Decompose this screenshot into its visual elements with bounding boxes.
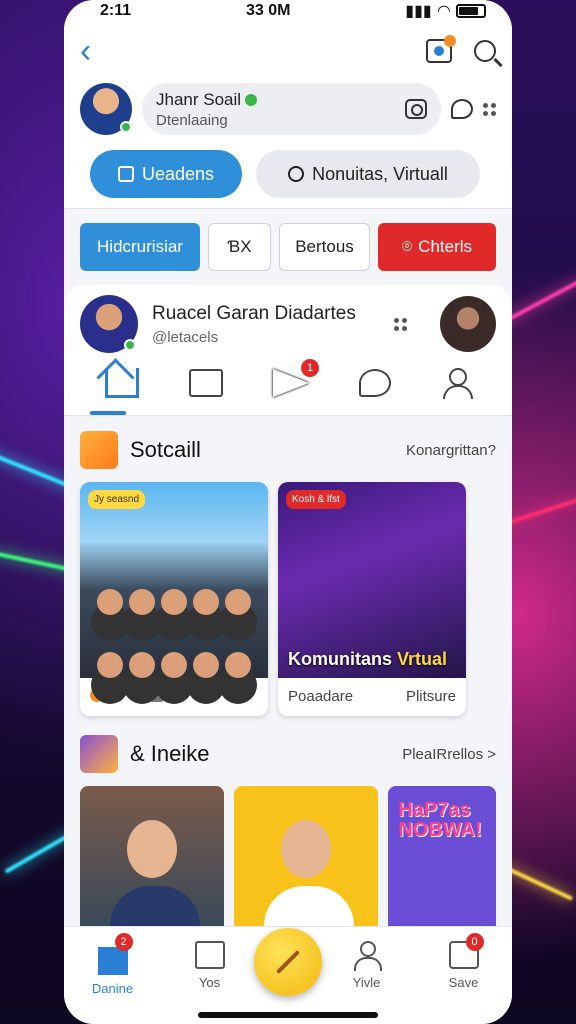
heart-icon[interactable]	[359, 369, 391, 397]
section2-title: & Ineike	[130, 741, 210, 766]
filter-bertous[interactable]: Bertous	[279, 223, 370, 271]
notification-icon[interactable]	[426, 35, 456, 63]
more-icon[interactable]	[483, 102, 496, 116]
nav-badge: 0	[465, 933, 484, 951]
tab-ueadens[interactable]: Ueadens	[90, 150, 242, 198]
nav-save[interactable]: 0 Save	[434, 933, 494, 990]
profile-icon[interactable]	[441, 368, 473, 399]
feed-name: Ruacel Garan Diadartes	[152, 302, 356, 324]
overlay-text-a: Komunitans	[288, 649, 398, 669]
filter-hidcrurisiar[interactable]: Hidcrurisiar	[80, 223, 200, 271]
section-logo	[80, 431, 118, 469]
section2-link[interactable]: PleaIRrellos >	[402, 746, 496, 763]
compose-fab[interactable]	[254, 928, 322, 996]
feed-more-icon[interactable]	[393, 317, 407, 331]
tile-2[interactable]	[234, 786, 379, 926]
tab-bar: Ueadens Nonuitas, Virtuall	[64, 138, 512, 209]
status-center: 33 0M	[245, 2, 291, 19]
send-button[interactable]: 1	[273, 359, 319, 397]
notes-icon	[194, 941, 225, 969]
feed-avatar[interactable]	[80, 295, 138, 353]
back-icon[interactable]: ‹	[80, 34, 91, 68]
nav-badge: 2	[114, 933, 133, 951]
avatar[interactable]	[80, 83, 132, 135]
card-footer-right[interactable]: Plitsure	[406, 688, 456, 705]
post-tag: Jy seasnd	[88, 490, 146, 509]
wifi-icon: ◠	[437, 3, 450, 20]
feed-icon-row: 1	[80, 359, 496, 403]
section-title: Sotcaill	[130, 437, 201, 462]
profile-subtitle: Dtenlaaing	[156, 111, 228, 129]
status-time: 2:11	[100, 2, 132, 19]
post-card-1[interactable]: Jy seasnd	[80, 482, 268, 716]
phone-screen: 2:11 33 0M ▮▮▮ ◠ ‹ Jhanr Soail Dtenlaain…	[64, 0, 512, 1024]
tile-1[interactable]	[80, 786, 225, 926]
top-nav: ‹	[64, 22, 512, 80]
signal-icon: ▮▮▮	[405, 3, 432, 20]
active-indicator	[90, 411, 126, 415]
tile-3-text: HaP7as NOBWA!	[398, 799, 482, 841]
card-footer-left[interactable]: Poaadare	[288, 688, 353, 705]
profile-name: Jhanr Soail	[156, 89, 242, 109]
nav-notes[interactable]: Yos	[180, 941, 240, 990]
feed-avatar-secondary[interactable]	[440, 296, 496, 352]
overlay-text-b: Vrtual	[397, 649, 448, 669]
party-photo: Kosh & lfst Komunitans Vrtual	[278, 482, 466, 678]
group-photo: Jy seasnd	[80, 482, 268, 678]
filter-row: Hidcrurisiar ƁX Bertous ⌾ Chterls	[64, 209, 512, 285]
nav-home[interactable]: 2 Danine	[83, 933, 143, 996]
post-card-2[interactable]: Kosh & lfst Komunitans Vrtual Poaadare P…	[278, 482, 466, 716]
nav-profile[interactable]: Yivle	[337, 941, 397, 990]
profile-row: Jhanr Soail Dtenlaaing	[64, 80, 512, 138]
gift-icon[interactable]	[189, 369, 223, 397]
status-bar: 2:11 33 0M ▮▮▮ ◠	[64, 0, 512, 22]
pencil-icon	[275, 949, 301, 975]
section2-logo	[80, 735, 118, 773]
section-link[interactable]: Konargrittan?	[406, 442, 496, 459]
tab-komunitas[interactable]: Nonuitas, Virtuall	[256, 150, 480, 198]
camera-icon[interactable]	[405, 99, 427, 119]
home-indicator	[198, 1012, 378, 1018]
section-sotcaill: Sotcaill Konargrittan? Jy seasnd Kosh & …	[64, 415, 512, 926]
home-icon[interactable]	[105, 368, 139, 398]
feed-card: Ruacel Garan Diadartes @letacels 1	[64, 285, 512, 415]
verified-icon	[245, 94, 258, 107]
tile-3[interactable]: HaP7as NOBWA!	[388, 786, 496, 926]
filter-bx[interactable]: ƁX	[208, 223, 271, 271]
send-badge: 1	[301, 359, 319, 377]
reaction-dots[interactable]	[80, 678, 268, 712]
search-icon[interactable]	[474, 40, 496, 62]
profile-pill[interactable]: Jhanr Soail Dtenlaaing	[142, 83, 441, 135]
pie-icon	[288, 166, 305, 182]
post-tag: Kosh & lfst	[286, 490, 346, 509]
battery-icon	[456, 4, 486, 18]
chat-icon[interactable]	[451, 99, 473, 119]
filter-chterls[interactable]: ⌾ Chterls	[378, 223, 496, 271]
edit-icon	[117, 166, 134, 182]
home-icon	[97, 947, 128, 975]
user-icon	[352, 941, 382, 971]
feed-handle: @letacels	[152, 328, 219, 346]
pin-icon: ⌾	[401, 237, 413, 256]
